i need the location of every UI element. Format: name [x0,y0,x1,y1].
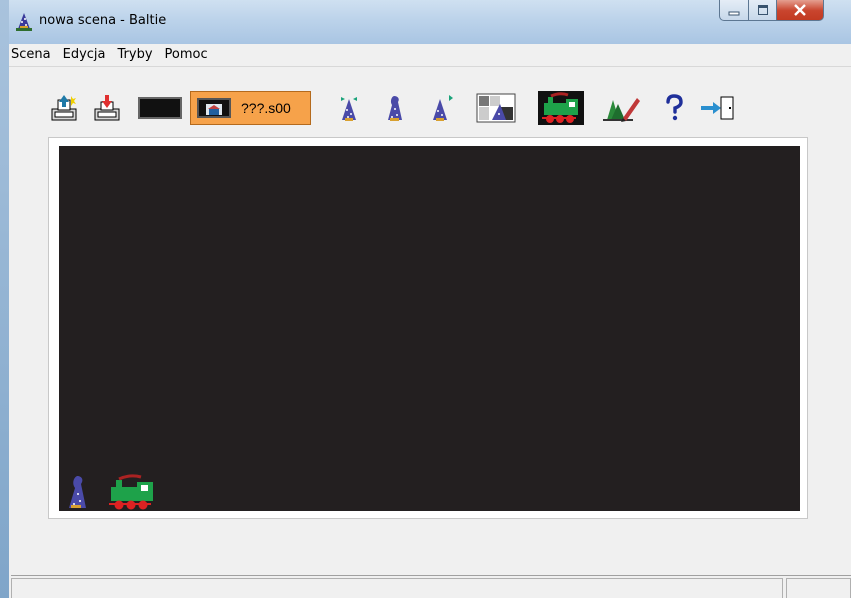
menu-tryby[interactable]: Tryby [112,44,159,66]
wizard-sprite[interactable] [61,474,95,510]
menu-edycja[interactable]: Edycja [57,44,112,66]
maximize-icon [757,4,768,15]
help-button[interactable] [657,90,691,126]
wizard-button[interactable] [332,90,366,126]
status-bar [11,575,851,598]
menu-pomoc[interactable]: Pomoc [159,44,214,66]
wizard-app-icon [16,13,32,31]
help-icon [666,94,683,121]
minimize-button[interactable] [719,0,749,21]
load-scene-icon [94,95,120,121]
window-title: nowa scena - Baltie [39,13,167,28]
scene-canvas[interactable] [59,146,800,511]
toolbar: ???.s00 [47,90,817,130]
train-icon [538,91,584,125]
title-bar[interactable]: nowa scena - Baltie [9,0,851,44]
builder-button[interactable] [475,90,519,126]
scene-file-button[interactable]: ???.s00 [190,91,311,125]
scene-frame [48,137,808,519]
menu-bar: Scena Edycja Tryby Pomoc [9,44,851,67]
black-screen-button[interactable] [137,90,183,126]
scene-filename: ???.s00 [241,100,291,116]
wizard-magic-button[interactable] [425,90,459,126]
builder-icon [476,93,516,123]
load-scene-button[interactable] [90,90,124,126]
status-panel-main [11,578,783,598]
menu-scena[interactable]: Scena [9,44,57,66]
wizard-magic-icon [433,95,453,121]
status-panel-secondary [786,578,851,598]
scene-file-icon [197,98,231,118]
wizard-walking-icon [388,96,402,121]
exit-button[interactable] [697,90,737,126]
exit-icon [701,96,734,120]
close-icon [794,3,806,16]
minimize-icon [728,11,740,15]
new-scene-icon [51,95,77,121]
train-button[interactable] [537,90,585,126]
black-screen-icon [138,97,182,119]
wizard-walking-button[interactable] [378,90,412,126]
painting-button[interactable] [599,90,643,126]
painting-icon [603,98,640,122]
app-window: nowa scena - Baltie Scena Edycja Tryby P… [9,0,851,598]
new-scene-button[interactable] [47,90,81,126]
train-sprite[interactable] [105,473,161,511]
wizard-icon [341,97,357,121]
close-button[interactable] [777,0,824,21]
maximize-button[interactable] [749,0,777,21]
